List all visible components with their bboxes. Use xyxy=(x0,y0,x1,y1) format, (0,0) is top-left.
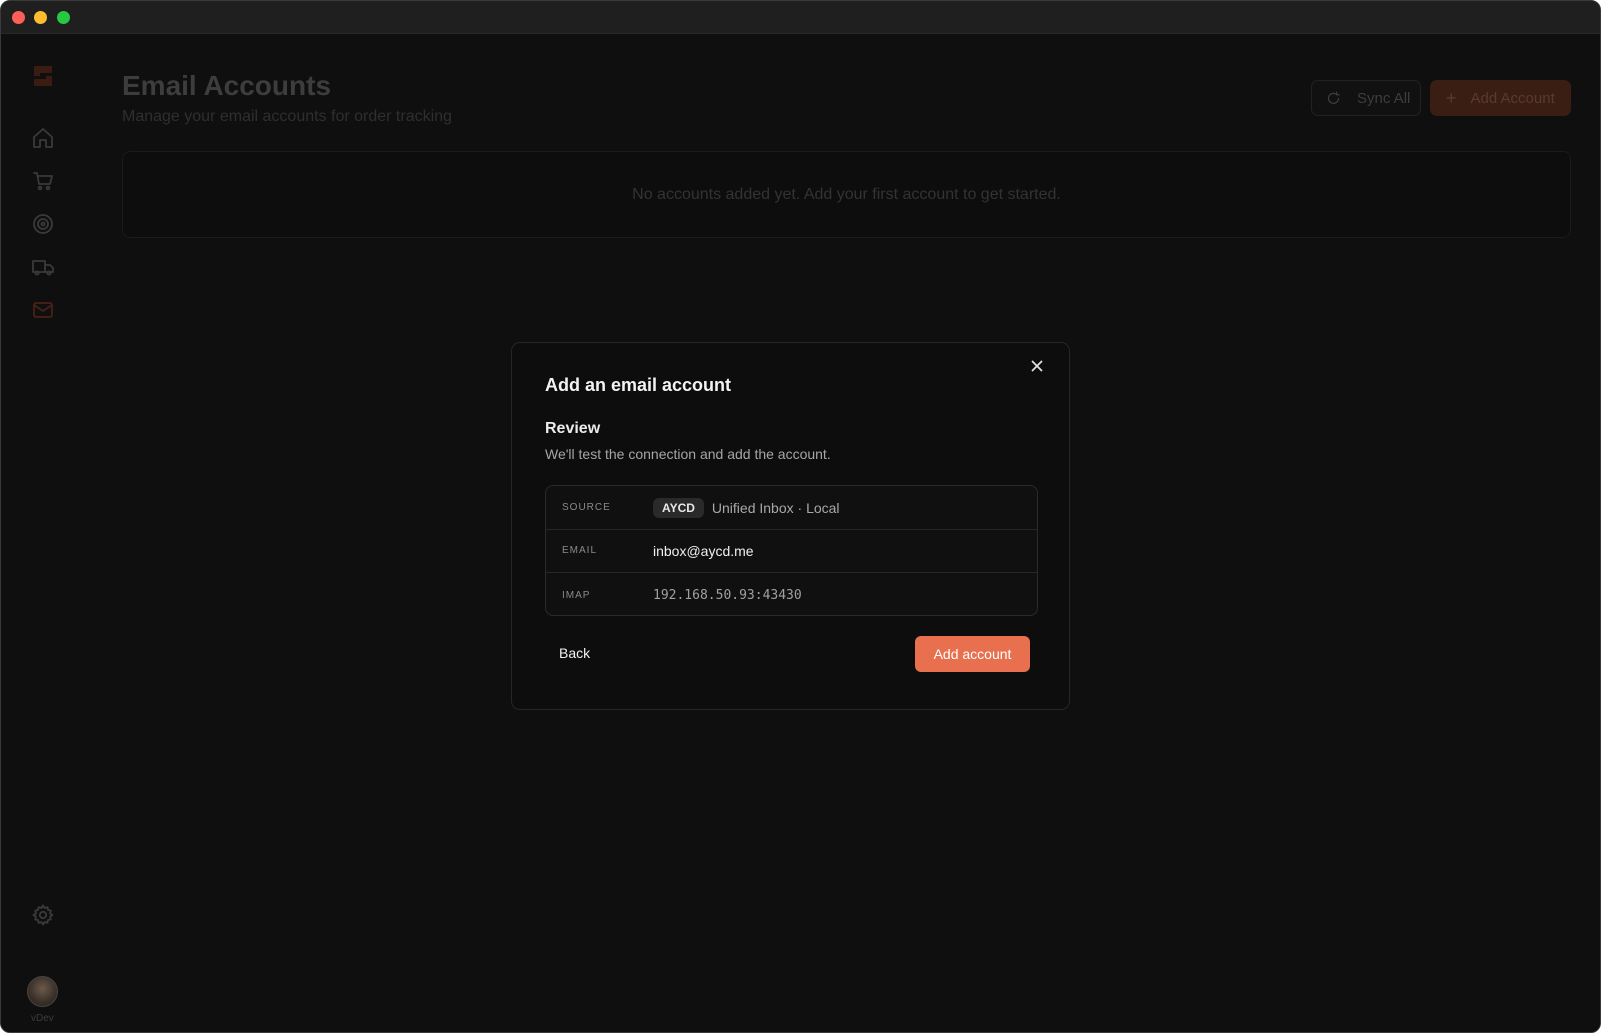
source-badge: AYCD xyxy=(653,497,704,518)
gear-icon[interactable] xyxy=(31,903,55,927)
sidebar: vDev xyxy=(1,34,85,1032)
add-account-button[interactable]: + Add Account xyxy=(1430,80,1571,116)
review-row-email: EMAIL inbox@aycd.me xyxy=(546,529,1037,573)
sync-all-label: Sync All xyxy=(1357,89,1411,107)
source-value: Unified Inbox · Local xyxy=(711,499,840,516)
page-title: Email Accounts xyxy=(122,70,332,101)
empty-state-text: No accounts added yet. Add your first ac… xyxy=(632,185,1061,203)
sync-all-button[interactable]: Sync All xyxy=(1311,80,1421,116)
review-label: EMAIL xyxy=(562,545,598,556)
plus-icon: + xyxy=(1446,88,1457,108)
cart-icon[interactable] xyxy=(31,169,55,193)
avatar[interactable] xyxy=(27,976,58,1007)
app-logo xyxy=(30,63,56,89)
review-label: SOURCE xyxy=(562,502,611,513)
back-button[interactable]: Back xyxy=(559,645,590,661)
review-row-source: SOURCE AYCD Unified Inbox · Local xyxy=(546,486,1037,530)
page-subtitle: Manage your email accounts for order tra… xyxy=(122,108,452,125)
imap-value: 192.168.50.93:43430 xyxy=(653,587,802,603)
close-window-button[interactable] xyxy=(12,11,25,24)
add-email-account-dialog: Add an email account Review We'll test t… xyxy=(511,342,1070,710)
target-icon[interactable] xyxy=(31,212,55,236)
review-label: IMAP xyxy=(562,589,591,601)
review-row-imap: IMAP 192.168.50.93:43430 xyxy=(546,573,1037,617)
title-bar xyxy=(1,1,1600,34)
mail-icon[interactable] xyxy=(31,298,55,322)
close-icon[interactable] xyxy=(1029,358,1045,374)
review-summary: SOURCE AYCD Unified Inbox · Local EMAIL … xyxy=(545,485,1038,616)
review-value: AYCD Unified Inbox · Local xyxy=(653,497,840,518)
step-description: We'll test the connection and add the ac… xyxy=(545,446,831,462)
truck-icon[interactable] xyxy=(31,255,55,279)
version-label: vDev xyxy=(31,1013,54,1024)
add-account-submit-button[interactable]: Add account xyxy=(915,636,1030,672)
home-icon[interactable] xyxy=(31,126,55,150)
maximize-window-button[interactable] xyxy=(57,11,70,24)
step-title: Review xyxy=(545,420,601,437)
app-window: vDev Email Accounts Manage your email ac… xyxy=(0,0,1601,1033)
email-value: inbox@aycd.me xyxy=(653,542,754,559)
minimize-window-button[interactable] xyxy=(34,11,47,24)
add-account-label: Add Account xyxy=(1470,89,1555,107)
refresh-icon xyxy=(1327,91,1340,104)
dialog-title: Add an email account xyxy=(545,375,732,395)
empty-state-card: No accounts added yet. Add your first ac… xyxy=(122,151,1571,238)
